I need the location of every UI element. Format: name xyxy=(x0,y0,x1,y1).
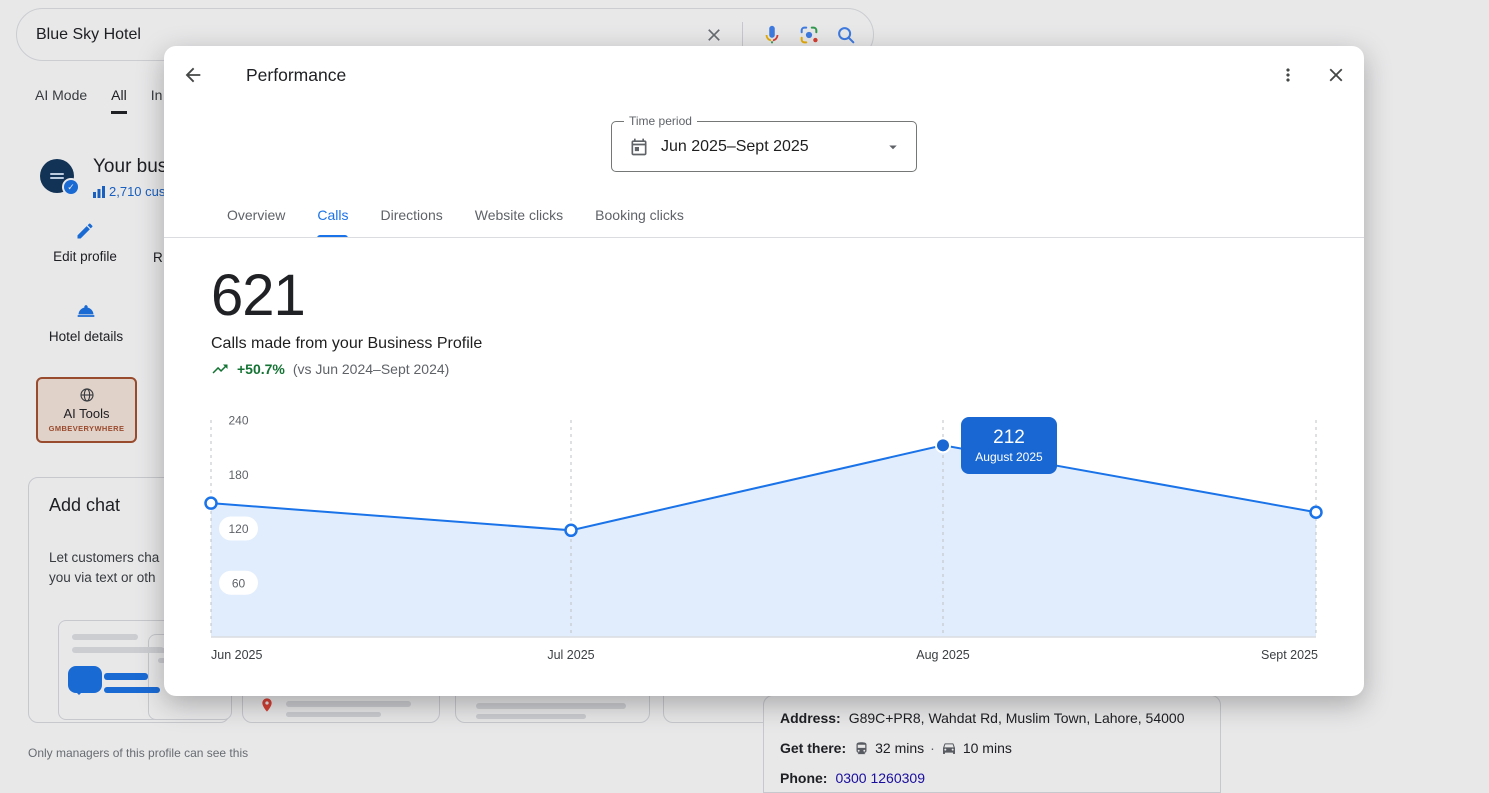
more-vert-icon xyxy=(1278,65,1298,85)
svg-text:240: 240 xyxy=(228,414,248,428)
svg-text:Jul 2025: Jul 2025 xyxy=(547,648,594,662)
time-period-label: Time period xyxy=(624,114,697,128)
tab-overview[interactable]: Overview xyxy=(211,192,301,238)
svg-text:Aug 2025: Aug 2025 xyxy=(916,648,970,662)
caret-down-icon xyxy=(884,138,902,156)
svg-text:60: 60 xyxy=(232,576,246,590)
svg-text:120: 120 xyxy=(228,522,248,536)
time-period-value: Jun 2025–Sept 2025 xyxy=(661,138,872,156)
delta-comparison-note: (vs Jun 2024–Sept 2024) xyxy=(293,361,449,377)
tab-booking-clicks[interactable]: Booking clicks xyxy=(579,192,700,238)
calls-caption: Calls made from your Business Profile xyxy=(211,335,482,353)
dialog-title: Performance xyxy=(246,65,346,86)
close-button[interactable] xyxy=(1321,60,1351,90)
tab-directions[interactable]: Directions xyxy=(364,192,458,238)
close-icon xyxy=(1325,64,1347,86)
chart-tooltip: 212 August 2025 xyxy=(961,417,1057,474)
arrow-back-icon xyxy=(182,64,204,86)
tab-calls[interactable]: Calls xyxy=(301,192,364,238)
tooltip-value: 212 xyxy=(993,427,1025,449)
calls-trend-chart[interactable]: 240 180 120 60 Jun 2025 Jul 2025 Aug 2025 Sept … xyxy=(164,412,1364,696)
performance-tabs: Overview Calls Directions Website clicks… xyxy=(211,192,700,238)
page: Blue Sky Hotel xyxy=(0,0,1489,793)
time-period-select[interactable]: Time period Jun 2025–Sept 2025 xyxy=(611,121,917,172)
svg-text:180: 180 xyxy=(228,468,248,482)
more-options-button[interactable] xyxy=(1273,60,1303,90)
delta-value: +50.7% xyxy=(237,361,285,377)
tab-website-clicks[interactable]: Website clicks xyxy=(459,192,579,238)
svg-text:Jun 2025: Jun 2025 xyxy=(211,648,262,662)
calendar-icon xyxy=(629,137,649,157)
tabs-divider xyxy=(164,237,1364,238)
performance-dialog: Performance Time period Jun 2025–Sept 20… xyxy=(164,46,1364,696)
back-button[interactable] xyxy=(178,60,208,90)
calls-delta-row: +50.7% (vs Jun 2024–Sept 2024) xyxy=(211,359,449,379)
svg-text:Sept 2025: Sept 2025 xyxy=(1261,648,1318,662)
trending-up-icon xyxy=(211,360,229,378)
calls-total-value: 621 xyxy=(211,268,305,324)
tooltip-label: August 2025 xyxy=(975,450,1042,464)
